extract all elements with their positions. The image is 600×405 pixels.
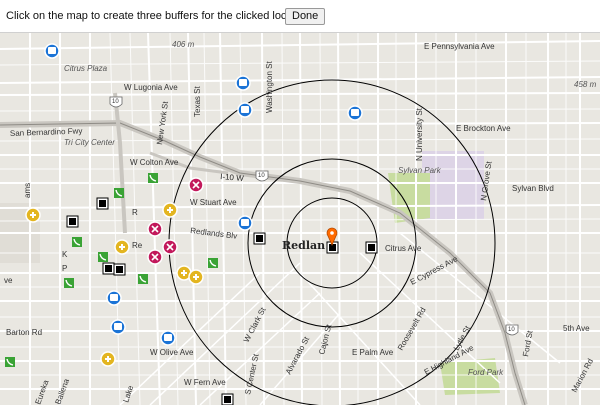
label-university: N University St xyxy=(415,107,424,161)
medical-cross-icon[interactable] xyxy=(100,351,116,367)
label-barton: Barton Rd xyxy=(6,328,42,337)
hospital-icon[interactable] xyxy=(162,239,178,255)
shield-icon: 10 xyxy=(505,324,519,336)
building-icon[interactable] xyxy=(365,241,378,254)
building-icon[interactable] xyxy=(66,215,79,228)
building-icon[interactable] xyxy=(96,197,109,210)
building-icon[interactable] xyxy=(221,393,234,405)
phone-icon[interactable] xyxy=(148,173,158,183)
phone-icon[interactable] xyxy=(98,252,108,262)
campus-area xyxy=(422,151,484,219)
bus-icon[interactable] xyxy=(235,75,251,91)
hospital-icon[interactable] xyxy=(188,177,204,193)
label-p: P xyxy=(62,264,67,273)
label-citrus: Citrus Ave xyxy=(385,244,422,253)
phone-icon[interactable] xyxy=(114,188,124,198)
label-elevation-458: 458 m xyxy=(574,80,597,89)
svg-text:10: 10 xyxy=(112,99,119,105)
label-citrus-plaza: Citrus Plaza xyxy=(64,64,108,73)
shield-icon: 10 xyxy=(255,170,269,182)
label-pennsylvania: E Pennsylvania Ave xyxy=(424,42,495,51)
bus-icon[interactable] xyxy=(237,102,253,118)
hospital-icon[interactable] xyxy=(147,249,163,265)
hospital-icon[interactable] xyxy=(147,221,163,237)
label-washington: Washington St xyxy=(265,60,274,113)
building-icon[interactable] xyxy=(113,263,126,276)
label-stuart: W Stuart Ave xyxy=(190,198,237,207)
label-colton: W Colton Ave xyxy=(130,158,179,167)
done-button[interactable]: Done xyxy=(285,8,326,25)
label-r: R xyxy=(132,208,138,217)
svg-text:10: 10 xyxy=(508,327,515,333)
building-icon[interactable] xyxy=(102,262,115,275)
bus-icon[interactable] xyxy=(44,43,60,59)
bus-icon[interactable] xyxy=(160,330,176,346)
label-sylvan-blvd: Sylvan Blvd xyxy=(512,184,554,193)
svg-text:10: 10 xyxy=(258,173,265,179)
medical-cross-icon[interactable] xyxy=(114,239,130,255)
label-fern: W Fern Ave xyxy=(184,378,226,387)
phone-icon[interactable] xyxy=(72,237,82,247)
label-ve: ve xyxy=(4,276,13,285)
bus-icon[interactable] xyxy=(106,290,122,306)
building-icon[interactable] xyxy=(253,232,266,245)
medical-cross-icon[interactable] xyxy=(25,207,41,223)
bus-icon[interactable] xyxy=(347,105,363,121)
label-ams: ams xyxy=(23,183,32,198)
label-palm: E Palm Ave xyxy=(352,348,394,357)
map-view[interactable]: E Pennsylvania Ave W Lugonia Ave E Brock… xyxy=(0,33,600,405)
label-re: Re xyxy=(132,241,143,250)
label-tri-city: Tri City Center xyxy=(64,138,115,147)
map-canvas[interactable]: E Pennsylvania Ave W Lugonia Ave E Brock… xyxy=(0,33,600,405)
label-lugonia: W Lugonia Ave xyxy=(124,83,178,92)
label-olive: W Olive Ave xyxy=(150,348,194,357)
label-sylvan-park: Sylvan Park xyxy=(398,166,442,175)
bus-icon[interactable] xyxy=(110,319,126,335)
phone-icon[interactable] xyxy=(208,258,218,268)
phone-icon[interactable] xyxy=(138,274,148,284)
label-k: K xyxy=(62,250,68,259)
toolbar: Click on the map to create three buffers… xyxy=(0,0,600,33)
label-5th-ave: 5th Ave xyxy=(563,324,590,333)
label-texas: Texas St xyxy=(193,86,202,117)
sylvan-park-area xyxy=(388,173,430,223)
phone-icon[interactable] xyxy=(5,357,15,367)
label-brockton: E Brockton Ave xyxy=(456,124,511,133)
label-city-redlands: Redlan xyxy=(282,239,325,252)
instruction-text: Click on the map to create three buffers… xyxy=(6,10,314,22)
shield-icon: 10 xyxy=(109,96,123,108)
label-ford-park: Ford Park xyxy=(468,368,504,377)
medical-cross-icon[interactable] xyxy=(162,202,178,218)
medical-cross-icon[interactable] xyxy=(188,269,204,285)
label-elevation-406: 406 m xyxy=(172,40,195,49)
phone-icon[interactable] xyxy=(64,278,74,288)
bus-icon[interactable] xyxy=(237,215,253,231)
